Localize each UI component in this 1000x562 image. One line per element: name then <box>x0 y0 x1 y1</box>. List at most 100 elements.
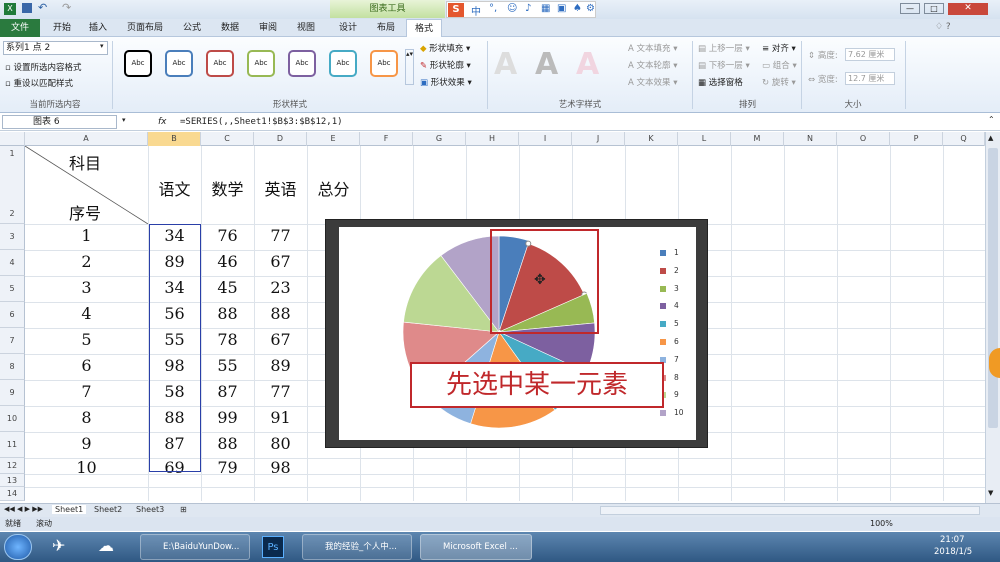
shape-style-6[interactable]: Abc <box>329 50 357 77</box>
score-cell[interactable]: 67 <box>254 252 307 271</box>
header-chinese[interactable]: 语文 <box>148 176 201 200</box>
sheet-tab-sheet3[interactable]: Sheet3 <box>136 505 164 514</box>
formula-input[interactable]: =SERIES(,,Sheet1!$B$3:$B$12,1) <box>180 114 343 130</box>
scroll-up-icon[interactable]: ▲ <box>988 134 998 144</box>
chart-element-selector[interactable]: 系列1 点 2 <box>3 41 108 55</box>
score-cell[interactable]: 88 <box>201 434 254 453</box>
header-total[interactable]: 总分 <box>307 176 360 200</box>
score-cell[interactable]: 69 <box>148 458 201 477</box>
row-number-cell[interactable]: 6 <box>25 356 148 375</box>
wordart-style-3[interactable]: A <box>576 47 599 82</box>
rotate-button[interactable]: ↻ 旋转 ▾ <box>762 76 796 88</box>
row-number-cell[interactable]: 2 <box>25 252 148 271</box>
row-number-cell[interactable]: 9 <box>25 434 148 453</box>
score-cell[interactable]: 56 <box>148 304 201 323</box>
taskbar-explorer[interactable]: E:\BaiduYunDow... <box>140 534 250 560</box>
row-header-1[interactable]: 12 <box>0 146 25 224</box>
shape-style-5[interactable]: Abc <box>288 50 316 77</box>
score-cell[interactable]: 98 <box>148 356 201 375</box>
col-header-f[interactable]: F <box>360 132 413 146</box>
col-header-b[interactable]: B <box>148 132 201 146</box>
width-input[interactable]: 12.7 厘米 <box>845 72 895 85</box>
ime-mode-icon[interactable]: 中 <box>471 3 481 18</box>
tab-design[interactable]: 设计 <box>332 19 364 37</box>
col-header-p[interactable]: P <box>890 132 943 146</box>
legend-item-6[interactable]: 6 <box>660 337 679 346</box>
clock-time[interactable]: 21:07 <box>940 535 965 545</box>
style-gallery-more-icon[interactable]: ▴▾ <box>405 49 414 85</box>
header-number[interactable]: 序号 <box>60 200 110 224</box>
row-number-cell[interactable]: 5 <box>25 330 148 349</box>
text-effects-button[interactable]: A 文本效果 ▾ <box>628 76 678 88</box>
score-cell[interactable]: 55 <box>201 356 254 375</box>
score-cell[interactable]: 78 <box>201 330 254 349</box>
score-cell[interactable]: 88 <box>254 304 307 323</box>
col-header-h[interactable]: H <box>466 132 519 146</box>
score-cell[interactable]: 87 <box>148 434 201 453</box>
group-button[interactable]: ▭ 组合 ▾ <box>762 59 797 71</box>
row-header-11[interactable]: 11 <box>0 432 25 458</box>
shirt-icon[interactable]: ♠ <box>573 3 582 14</box>
tab-file[interactable]: 文件 <box>0 19 40 37</box>
selection-pane-button[interactable]: ▦ 选择窗格 <box>698 76 743 88</box>
name-box[interactable]: 图表 6 <box>2 115 117 129</box>
row-header-3[interactable]: 3 <box>0 224 25 250</box>
save-icon[interactable] <box>22 3 32 13</box>
score-cell[interactable]: 88 <box>148 408 201 427</box>
shape-effects-button[interactable]: ▣ 形状效果 ▾ <box>420 76 472 88</box>
maximize-icon[interactable]: □ <box>924 3 944 14</box>
score-cell[interactable]: 98 <box>254 458 307 477</box>
header-math[interactable]: 数学 <box>201 176 254 200</box>
mic-icon[interactable]: ♪ <box>525 3 531 14</box>
shape-fill-button[interactable]: ◆ 形状填充 ▾ <box>420 42 470 54</box>
score-cell[interactable]: 34 <box>148 278 201 297</box>
sheet-nav-icon[interactable]: ◀◀ ◀ ▶ ▶▶ <box>4 505 43 513</box>
row-header-7[interactable]: 7 <box>0 328 25 354</box>
format-selection-button[interactable]: ▫ 设置所选内容格式 <box>5 61 81 73</box>
score-cell[interactable]: 46 <box>201 252 254 271</box>
fx-icon[interactable]: fx <box>158 114 172 130</box>
legend-item-1[interactable]: 1 <box>660 248 679 257</box>
score-cell[interactable]: 58 <box>148 382 201 401</box>
bring-forward-button[interactable]: ▤ 上移一层 ▾ <box>698 42 750 54</box>
wordart-style-1[interactable]: A <box>494 47 517 82</box>
punct-icon[interactable]: °, <box>489 3 497 14</box>
horizontal-scrollbar[interactable] <box>600 506 980 515</box>
score-cell[interactable]: 87 <box>201 382 254 401</box>
score-cell[interactable]: 77 <box>254 382 307 401</box>
row-number-cell[interactable]: 8 <box>25 408 148 427</box>
wordart-style-2[interactable]: A <box>535 47 558 82</box>
col-header-o[interactable]: O <box>837 132 890 146</box>
legend-item-2[interactable]: 2 <box>660 266 679 275</box>
tab-formulas[interactable]: 公式 <box>176 19 208 37</box>
score-cell[interactable]: 89 <box>254 356 307 375</box>
smiley-icon[interactable]: ☺ <box>507 3 517 14</box>
scroll-thumb[interactable] <box>988 148 998 428</box>
score-cell[interactable]: 45 <box>201 278 254 297</box>
redo-icon[interactable]: ↷ <box>62 1 71 14</box>
row-header-8[interactable]: 8 <box>0 354 25 380</box>
vertical-scrollbar[interactable]: ▲ ▼ <box>985 132 1000 503</box>
row-header-9[interactable]: 9 <box>0 380 25 406</box>
col-header-a[interactable]: A <box>25 132 148 146</box>
col-header-k[interactable]: K <box>625 132 678 146</box>
text-outline-button[interactable]: A 文本轮廓 ▾ <box>628 59 678 71</box>
legend-item-3[interactable]: 3 <box>660 284 679 293</box>
shape-style-1[interactable]: Abc <box>124 50 152 77</box>
score-cell[interactable]: 79 <box>201 458 254 477</box>
row-number-cell[interactable]: 1 <box>25 226 148 245</box>
taskbar-browser[interactable]: 我的经验_个人中... <box>302 534 412 560</box>
score-cell[interactable]: 99 <box>201 408 254 427</box>
text-fill-button[interactable]: A 文本填充 ▾ <box>628 42 678 54</box>
header-subject[interactable]: 科目 <box>60 150 110 174</box>
score-cell[interactable]: 80 <box>254 434 307 453</box>
score-cell[interactable]: 67 <box>254 330 307 349</box>
reset-style-button[interactable]: ▫ 重设以匹配样式 <box>5 77 73 89</box>
tab-data[interactable]: 数据 <box>214 19 246 37</box>
close-icon[interactable]: ✕ <box>948 3 988 15</box>
new-sheet-icon[interactable]: ⊞ <box>180 505 187 514</box>
keyboard-icon[interactable]: ▦ <box>541 3 550 14</box>
tab-page-layout[interactable]: 页面布局 <box>120 19 170 37</box>
row-number-cell[interactable]: 7 <box>25 382 148 401</box>
side-widget-icon[interactable] <box>989 348 1000 378</box>
